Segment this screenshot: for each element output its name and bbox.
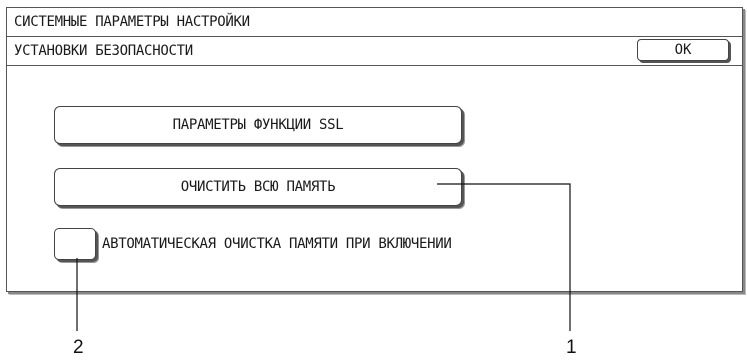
section-title: УСТАНОВКИ БЕЗОПАСНОСТИ <box>7 37 742 66</box>
auto-clear-checkbox-label: АВТОМАТИЧЕСКАЯ ОЧИСТКА ПАМЯТИ ПРИ ВКЛЮЧЕ… <box>102 236 452 252</box>
page-title: СИСТЕМНЫЕ ПАРАМЕТРЫ НАСТРОЙКИ <box>7 8 742 37</box>
callout-number-1: 1 <box>566 337 577 358</box>
auto-clear-checkbox[interactable] <box>54 228 96 260</box>
ssl-settings-button[interactable]: ПАРАМЕТРЫ ФУНКЦИИ SSL <box>54 106 462 144</box>
callout-number-2: 2 <box>73 337 84 358</box>
ok-button[interactable]: OK <box>637 39 729 61</box>
clear-all-memory-button[interactable]: ОЧИСТИТЬ ВСЮ ПАМЯТЬ <box>54 168 462 206</box>
settings-panel: СИСТЕМНЫЕ ПАРАМЕТРЫ НАСТРОЙКИ УСТАНОВКИ … <box>6 7 743 292</box>
